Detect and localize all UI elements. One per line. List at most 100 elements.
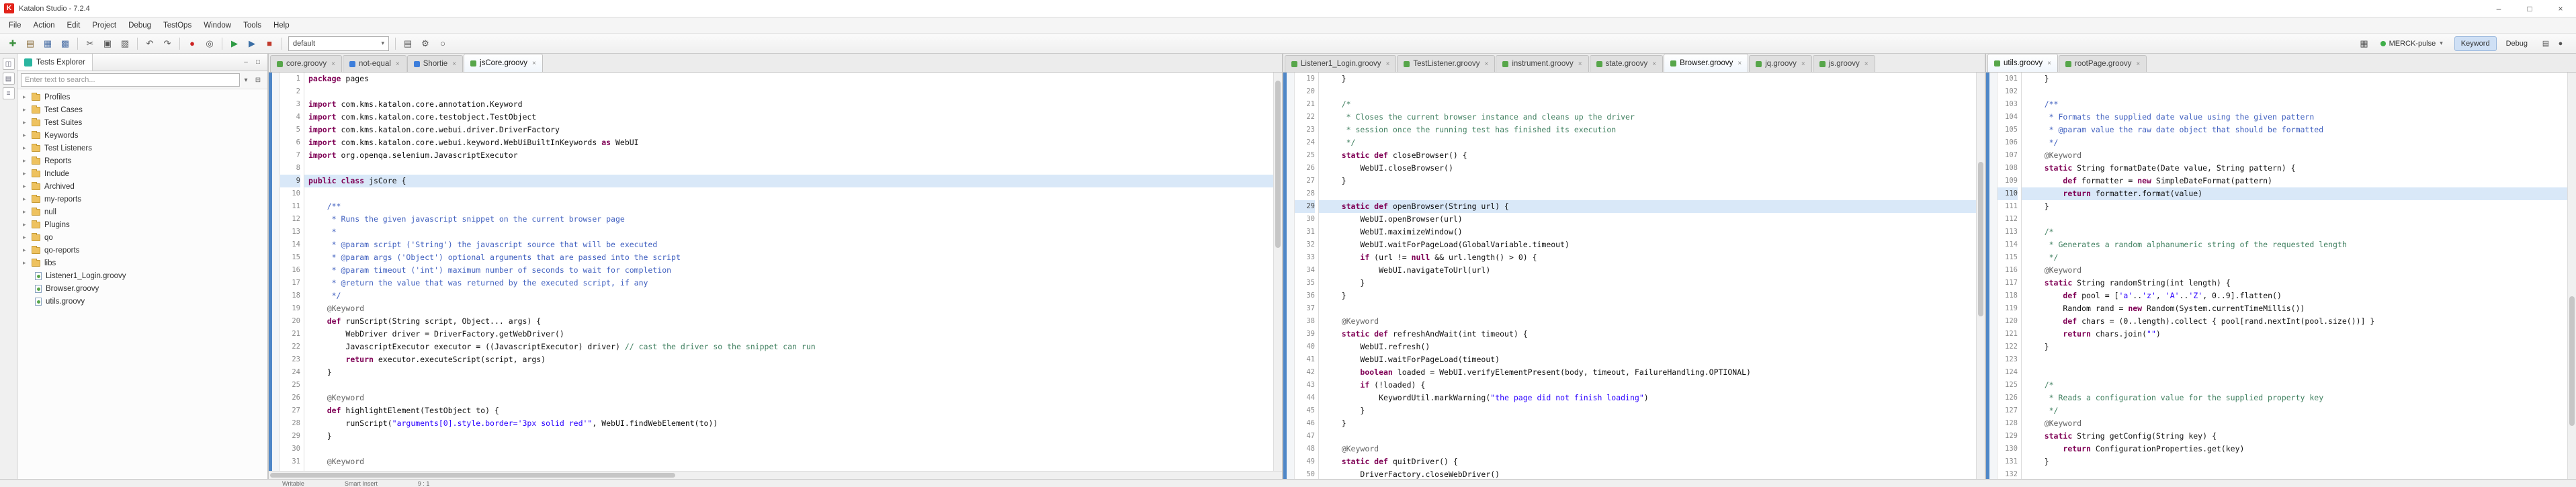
editor-tab-jq-groovy[interactable]: jq.groovy × — [1749, 55, 1812, 72]
tree-item-test-suites[interactable]: ▸ Test Suites — [17, 116, 267, 129]
editor-tab-instrument-groovy[interactable]: instrument.groovy × — [1496, 55, 1589, 72]
close-icon[interactable]: × — [532, 60, 536, 67]
console-view-icon[interactable]: ▤ — [2, 73, 15, 85]
tree-item-plugins[interactable]: ▸ Plugins — [17, 218, 267, 231]
vertical-scrollbar[interactable] — [1273, 73, 1282, 471]
filter-icon[interactable]: ▾ — [240, 74, 252, 86]
menu-debug[interactable]: Debug — [122, 19, 157, 32]
perspective-keyword[interactable]: Keyword — [2454, 36, 2497, 51]
expand-arrow-icon[interactable]: ▸ — [23, 259, 32, 267]
search-input[interactable] — [21, 73, 240, 87]
menu-window[interactable]: Window — [198, 19, 237, 32]
menu-tools[interactable]: Tools — [237, 19, 267, 32]
editor-tab-not-equal[interactable]: not-equal × — [342, 55, 406, 72]
cut-icon[interactable]: ✂ — [82, 36, 98, 51]
tree-item-test-cases[interactable]: ▸ Test Cases — [17, 103, 267, 116]
vertical-scrollbar[interactable] — [2567, 73, 2576, 479]
project-dropdown[interactable]: MERCK-pulse ▾ — [2375, 36, 2448, 51]
close-button[interactable]: × — [2545, 0, 2576, 17]
close-icon[interactable]: × — [1652, 60, 1656, 68]
tree-item-qo[interactable]: ▸ qo — [17, 231, 267, 244]
save-icon[interactable]: ▦ — [40, 36, 56, 51]
tree-item-qo-reports[interactable]: ▸ qo-reports — [17, 244, 267, 257]
debug-icon[interactable]: ▶ — [244, 36, 260, 51]
menu-project[interactable]: Project — [86, 19, 122, 32]
editor-tab-jscore-groovy[interactable]: jsCore.groovy × — [464, 54, 543, 72]
close-icon[interactable]: × — [1578, 60, 1582, 68]
undo-icon[interactable]: ↶ — [142, 36, 158, 51]
close-icon[interactable]: × — [2136, 60, 2140, 68]
console-icon[interactable]: ▤ — [400, 36, 416, 51]
close-icon[interactable]: × — [452, 60, 456, 68]
restore-panel-icon[interactable]: ◫ — [2, 58, 15, 70]
tree-item-archived[interactable]: ▸ Archived — [17, 180, 267, 193]
scrollbar-thumb[interactable] — [1978, 162, 1983, 316]
editor-tab-listener1-login-groovy[interactable]: Listener1_Login.groovy × — [1285, 55, 1397, 72]
tree-item-include[interactable]: ▸ Include — [17, 167, 267, 180]
tree-item-libs[interactable]: ▸ libs — [17, 257, 267, 269]
outline-view-icon[interactable]: ≡ — [2, 87, 15, 99]
scrollbar-thumb[interactable] — [1275, 80, 1281, 248]
minimize-button[interactable]: – — [2483, 0, 2514, 17]
tree-item-listener1-login-groovy[interactable]: Listener1_Login.groovy — [17, 269, 267, 282]
tree-item-profiles[interactable]: ▸ Profiles — [17, 91, 267, 103]
horizontal-scrollbar[interactable] — [269, 471, 1282, 479]
run-icon[interactable]: ▶ — [226, 36, 243, 51]
tree-item-test-listeners[interactable]: ▸ Test Listeners — [17, 142, 267, 154]
close-icon[interactable]: × — [1386, 60, 1390, 68]
close-icon[interactable]: × — [1864, 60, 1869, 68]
save-all-icon[interactable]: ▩ — [57, 36, 73, 51]
code-area[interactable]: } /** * Formats the supplied date value … — [2022, 73, 2567, 479]
close-icon[interactable]: × — [1737, 60, 1742, 67]
editor-tab-core-groovy[interactable]: core.groovy × — [270, 55, 342, 72]
paste-icon[interactable]: ▨ — [117, 36, 133, 51]
profile-dropdown[interactable]: default ▾ — [288, 36, 389, 51]
tab-tests-explorer[interactable]: Tests Explorer — [17, 54, 93, 71]
event-log-icon[interactable]: ▤ — [2539, 36, 2552, 51]
spy-web-icon[interactable]: ◎ — [202, 36, 218, 51]
editor-tab-browser-groovy[interactable]: Browser.groovy × — [1664, 54, 1749, 72]
notifications-icon[interactable]: ● — [2554, 36, 2567, 51]
menu-help[interactable]: Help — [267, 19, 296, 32]
tree-item-reports[interactable]: ▸ Reports — [17, 154, 267, 167]
settings-icon[interactable]: ⚙ — [417, 36, 433, 51]
menu-file[interactable]: File — [3, 19, 28, 32]
collapse-all-icon[interactable]: ⊟ — [252, 74, 264, 86]
expand-arrow-icon[interactable]: ▸ — [23, 132, 32, 139]
perspective-grid-icon[interactable]: ▦ — [2356, 36, 2372, 51]
expand-arrow-icon[interactable]: ▸ — [23, 157, 32, 165]
close-icon[interactable]: × — [331, 60, 335, 68]
new-icon[interactable]: ✚ — [5, 36, 21, 51]
editor-tab-rootpage-groovy[interactable]: rootPage.groovy × — [2059, 55, 2147, 72]
vertical-scrollbar[interactable] — [1976, 73, 1985, 479]
expand-arrow-icon[interactable]: ▸ — [23, 195, 32, 203]
maximize-view-icon[interactable]: □ — [252, 56, 264, 69]
expand-arrow-icon[interactable]: ▸ — [23, 93, 32, 101]
expand-arrow-icon[interactable]: ▸ — [23, 119, 32, 126]
perspective-debug[interactable]: Debug — [2499, 36, 2534, 51]
editor-tab-testlistener-groovy[interactable]: TestListener.groovy × — [1397, 55, 1496, 72]
maximize-button[interactable]: □ — [2514, 0, 2545, 17]
menu-edit[interactable]: Edit — [61, 19, 87, 32]
minimize-view-icon[interactable]: – — [240, 56, 252, 69]
expand-arrow-icon[interactable]: ▸ — [23, 183, 32, 190]
editor-tab-state-groovy[interactable]: state.groovy × — [1589, 55, 1664, 72]
menu-action[interactable]: Action — [28, 19, 61, 32]
expand-arrow-icon[interactable]: ▸ — [23, 106, 32, 114]
close-icon[interactable]: × — [1485, 60, 1489, 68]
tree-item-keywords[interactable]: ▸ Keywords — [17, 129, 267, 142]
code-area[interactable]: } /* * Closes the current browser instan… — [1319, 73, 1976, 479]
expand-arrow-icon[interactable]: ▸ — [23, 234, 32, 241]
expand-arrow-icon[interactable]: ▸ — [23, 208, 32, 216]
expand-arrow-icon[interactable]: ▸ — [23, 170, 32, 177]
tree-item-browser-groovy[interactable]: Browser.groovy — [17, 282, 267, 295]
tree-item-my-reports[interactable]: ▸ my-reports — [17, 193, 267, 206]
editor-tab-js-groovy[interactable]: js.groovy × — [1812, 55, 1875, 72]
editor-tab-shortie[interactable]: Shortie × — [406, 55, 464, 72]
editor-tab-utils-groovy[interactable]: utils.groovy × — [1987, 54, 2059, 72]
tree-item-utils-groovy[interactable]: utils.groovy — [17, 295, 267, 308]
scrollbar-thumb[interactable] — [2569, 296, 2575, 427]
menu-testops[interactable]: TestOps — [157, 19, 198, 32]
record-web-icon[interactable]: ● — [184, 36, 200, 51]
close-icon[interactable]: × — [396, 60, 400, 68]
